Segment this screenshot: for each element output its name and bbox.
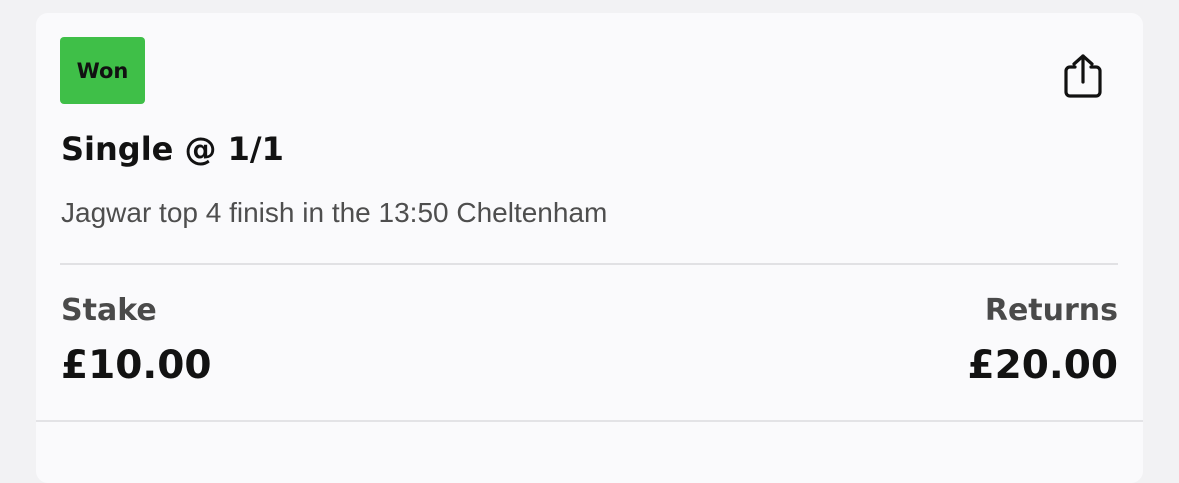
stake-value: £10.00 [61, 343, 212, 388]
bet-title: Single @ 1/1 [61, 130, 284, 168]
bet-card: Won Single @ 1/1 Jagwar top 4 finish in … [36, 13, 1143, 483]
bet-description: Jagwar top 4 finish in the 13:50 Chelten… [61, 197, 608, 228]
divider [60, 263, 1118, 265]
returns-value: £20.00 [967, 343, 1119, 388]
divider [36, 420, 1143, 422]
status-badge: Won [60, 37, 145, 104]
share-icon [1059, 53, 1107, 99]
returns-label: Returns [984, 293, 1118, 328]
stake-label: Stake [61, 293, 157, 328]
share-button[interactable] [1054, 49, 1112, 103]
